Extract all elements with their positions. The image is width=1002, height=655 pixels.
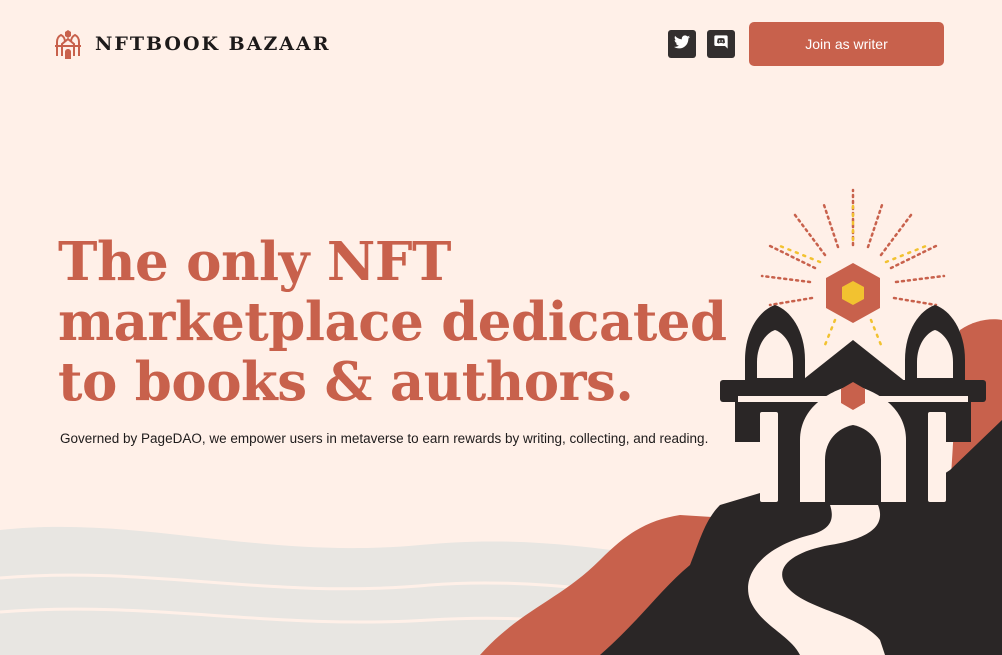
winding-path	[748, 505, 885, 655]
discord-link[interactable]	[707, 30, 735, 58]
discord-icon	[713, 34, 729, 55]
twitter-link[interactable]	[668, 30, 696, 58]
red-cliff	[940, 319, 1002, 655]
hero-title: The only NFT marketplace dedicated to bo…	[58, 231, 727, 413]
sunburst-rays	[760, 188, 946, 347]
hero-subtitle: Governed by PageDAO, we empower users in…	[60, 431, 709, 446]
hexagon-jewel	[826, 263, 880, 323]
castle-logo-icon	[54, 28, 82, 60]
wave-line	[0, 573, 681, 602]
brand-name: NFTBOOK BAZAAR	[95, 33, 331, 55]
join-as-writer-button[interactable]: Join as writer	[749, 22, 944, 66]
wave-background	[0, 526, 680, 655]
site-header: NFTBOOK BAZAAR Join as writer	[0, 0, 1002, 90]
castle-doorway	[825, 425, 881, 505]
castle	[720, 305, 986, 530]
castle-windows	[738, 330, 968, 502]
red-cliff	[480, 515, 760, 655]
wave-line	[0, 607, 681, 634]
brand-logo[interactable]: NFTBOOK BAZAAR	[54, 28, 331, 60]
twitter-icon	[674, 34, 690, 54]
castle-hexagon-emblem	[841, 382, 865, 410]
dark-mountain	[600, 420, 1002, 655]
